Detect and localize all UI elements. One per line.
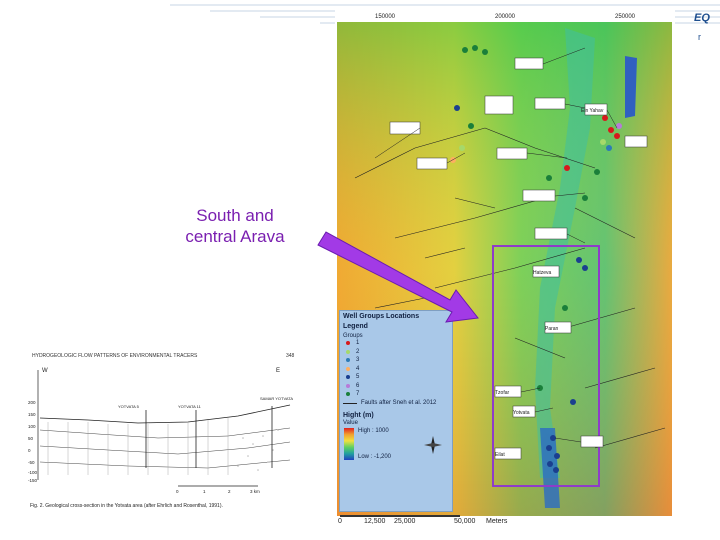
pointer-arrow <box>317 231 479 323</box>
